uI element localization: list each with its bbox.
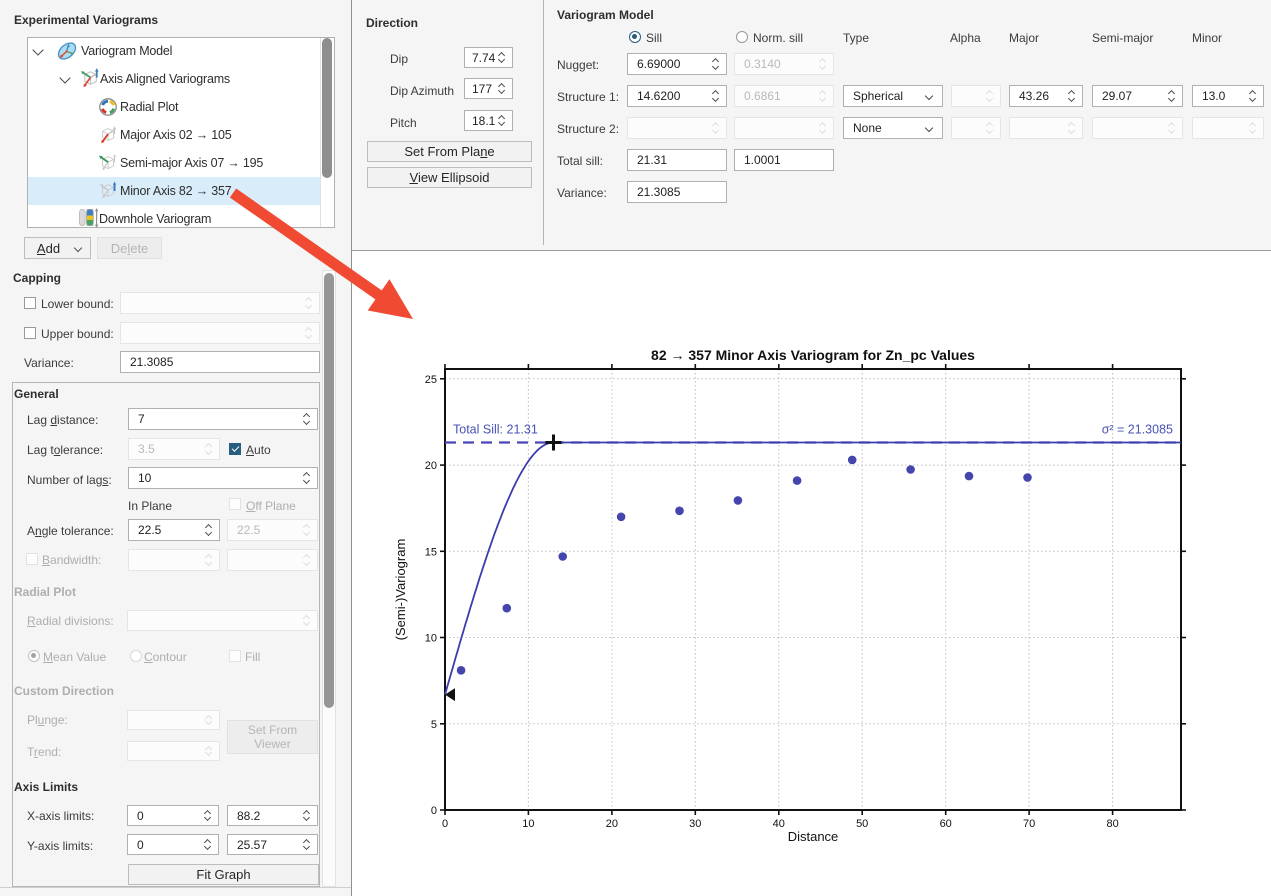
- svg-text:60: 60: [940, 818, 952, 830]
- svg-text:10: 10: [522, 818, 534, 830]
- svg-text:15: 15: [425, 546, 437, 558]
- svg-text:25: 25: [425, 374, 437, 386]
- svg-text:Distance: Distance: [788, 829, 839, 844]
- svg-text:40: 40: [773, 818, 785, 830]
- svg-text:20: 20: [606, 818, 618, 830]
- svg-text:80: 80: [1106, 818, 1118, 830]
- svg-text:0: 0: [431, 805, 437, 817]
- svg-text:50: 50: [856, 818, 868, 830]
- svg-text:10: 10: [425, 633, 437, 645]
- svg-text:(Semi-)Variogram: (Semi-)Variogram: [393, 539, 408, 641]
- svg-text:5: 5: [431, 719, 437, 731]
- svg-text:20: 20: [425, 460, 437, 472]
- svg-text:30: 30: [689, 818, 701, 830]
- svg-text:70: 70: [1023, 818, 1035, 830]
- svg-text:0: 0: [442, 818, 448, 830]
- svg-text:82 → 357 Minor Axis Variogram: 82 → 357 Minor Axis Variogram for Zn_pc …: [651, 347, 975, 363]
- svg-text:Total Sill: 21.31: Total Sill: 21.31: [453, 423, 538, 437]
- svg-text:σ² = 21.3085: σ² = 21.3085: [1102, 423, 1173, 437]
